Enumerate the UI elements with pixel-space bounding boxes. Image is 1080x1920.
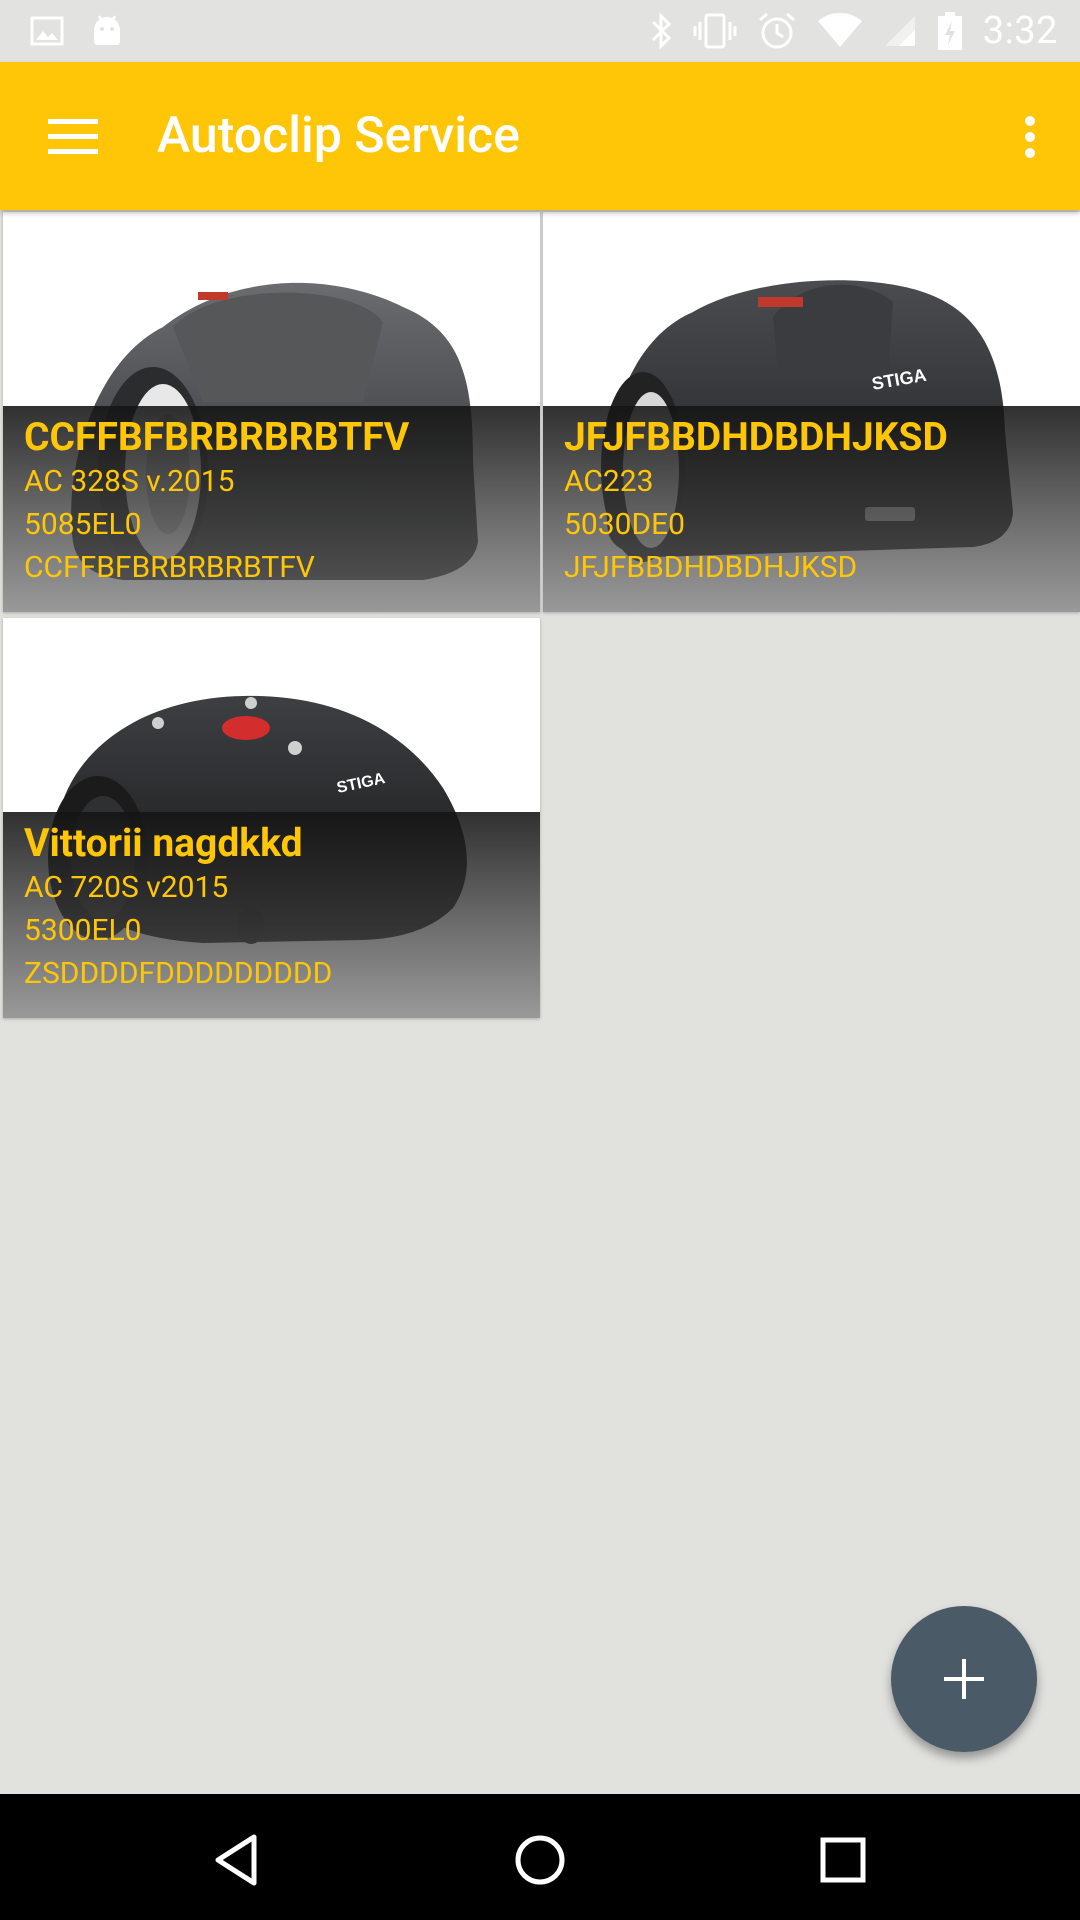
navigation-bar xyxy=(0,1794,1080,1920)
device-model: AC223 xyxy=(564,464,654,499)
back-button[interactable] xyxy=(196,1820,276,1900)
back-icon xyxy=(215,1834,257,1886)
menu-button[interactable] xyxy=(30,102,116,172)
app-bar: Autoclip Service xyxy=(0,62,1080,210)
app-title: Autoclip Service xyxy=(157,107,520,165)
image-icon xyxy=(30,16,64,46)
battery-charging-icon xyxy=(937,11,963,51)
device-code: 5085EL0 xyxy=(24,507,142,542)
hamburger-menu-icon xyxy=(48,119,98,154)
device-code: 5030DE0 xyxy=(564,507,686,542)
wifi-icon xyxy=(817,13,863,49)
device-card[interactable]: STIGA JFJFBBDHDBDHJKSD AC223 5030DE0 JFJ… xyxy=(543,212,1080,612)
device-card[interactable]: STIGA Vittorii nagdkkd AC 720S v2015 530… xyxy=(3,618,540,1018)
device-serial: JFJFBBDHDBDHJKSD xyxy=(564,550,858,585)
status-clock: 3:32 xyxy=(982,9,1058,53)
device-name: JFJFBBDHDBDHJKSD xyxy=(564,414,948,460)
card-info: JFJFBBDHDBDHJKSD AC223 5030DE0 JFJFBBDHD… xyxy=(543,406,1080,612)
overflow-menu-button[interactable] xyxy=(1000,100,1060,174)
vibrate-icon xyxy=(693,12,737,50)
home-icon xyxy=(515,1835,565,1885)
device-code: 5300EL0 xyxy=(24,913,142,948)
device-card[interactable]: CCFFBFBRBRBRBTFV AC 328S v.2015 5085EL0 … xyxy=(3,212,540,612)
device-serial: CCFFBFBRBRBRBTFV xyxy=(24,550,315,585)
card-info: Vittorii nagdkkd AC 720S v2015 5300EL0 Z… xyxy=(3,812,540,1018)
home-button[interactable] xyxy=(500,1820,580,1900)
alarm-icon xyxy=(757,11,797,51)
signal-icon xyxy=(883,14,917,48)
plus-icon xyxy=(944,1659,984,1699)
status-bar: 3:32 xyxy=(0,0,1080,62)
recents-icon xyxy=(820,1837,866,1883)
device-model: AC 328S v.2015 xyxy=(24,464,235,499)
add-device-button[interactable] xyxy=(891,1606,1037,1752)
device-serial: ZSDDDDFDDDDDDDDD xyxy=(24,956,333,991)
recents-button[interactable] xyxy=(803,1820,883,1900)
bluetooth-icon xyxy=(649,12,673,50)
device-model: AC 720S v2015 xyxy=(24,870,229,905)
card-info: CCFFBFBRBRBRBTFV AC 328S v.2015 5085EL0 … xyxy=(3,406,540,612)
android-icon xyxy=(90,14,124,48)
device-name: CCFFBFBRBRBRBTFV xyxy=(24,414,410,460)
more-vert-icon xyxy=(1025,116,1035,158)
device-name: Vittorii nagdkkd xyxy=(24,820,303,866)
